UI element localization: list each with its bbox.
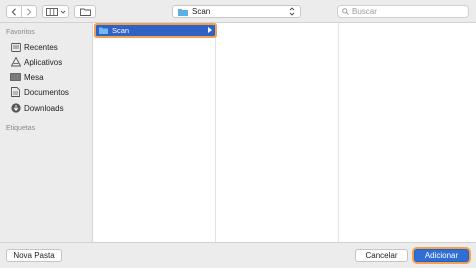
sidebar-item-label: Mesa [24, 72, 44, 82]
disclosure-arrow-icon [208, 26, 212, 35]
popup-arrows-icon [289, 6, 295, 19]
column-browser: Scan [92, 23, 476, 242]
view-mode-button[interactable] [42, 5, 69, 18]
back-button[interactable] [7, 6, 21, 17]
add-button[interactable]: Adicionar [414, 249, 469, 262]
column-divider[interactable] [215, 23, 216, 242]
columns-view-icon [45, 7, 58, 16]
chevron-right-icon [27, 7, 32, 16]
applications-icon [10, 57, 21, 67]
sidebar-item-aplicativos[interactable]: Aplicativos [10, 56, 62, 68]
new-folder-button[interactable]: Nova Pasta [6, 249, 62, 262]
folder-icon [99, 27, 108, 34]
sidebar-item-label: Downloads [24, 103, 64, 113]
favorites-header: Favoritos [6, 29, 35, 36]
nav-button-group [6, 5, 37, 18]
search-field[interactable]: Buscar [337, 5, 469, 18]
sidebar: Favoritos Recentes Aplicativos Mesa Docu… [0, 23, 92, 242]
sidebar-item-documentos[interactable]: Documentos [10, 86, 69, 98]
download-icon [10, 103, 21, 113]
list-item-scan[interactable]: Scan [96, 25, 215, 36]
bottom-bar: Nova Pasta Cancelar Adicionar [0, 242, 476, 268]
sidebar-item-label: Recentes [24, 42, 58, 52]
cancel-button[interactable]: Cancelar [355, 249, 408, 262]
column-divider[interactable] [338, 23, 339, 242]
chevron-down-icon [60, 10, 65, 14]
folder-icon [79, 8, 91, 16]
sidebar-item-mesa[interactable]: Mesa [10, 71, 44, 83]
search-placeholder: Buscar [352, 7, 377, 16]
path-label: Scan [192, 7, 211, 16]
list-item-label: Scan [112, 26, 130, 35]
folder-icon [178, 8, 188, 16]
path-popup-button[interactable]: Scan [172, 5, 301, 18]
forward-button[interactable] [22, 6, 36, 17]
sidebar-item-label: Aplicativos [24, 57, 63, 67]
toolbar: Scan Buscar [0, 0, 476, 23]
chevron-left-icon [11, 7, 16, 16]
sidebar-item-recentes[interactable]: Recentes [10, 41, 58, 53]
tags-header: Etiquetas [6, 125, 36, 132]
clock-list-icon [10, 42, 21, 52]
document-icon [10, 87, 21, 97]
sidebar-item-label: Documentos [24, 87, 69, 97]
sidebar-item-downloads[interactable]: Downloads [10, 102, 64, 114]
search-icon [342, 8, 349, 15]
desktop-icon [10, 72, 21, 82]
new-folder-toolbar-button[interactable] [74, 5, 96, 18]
